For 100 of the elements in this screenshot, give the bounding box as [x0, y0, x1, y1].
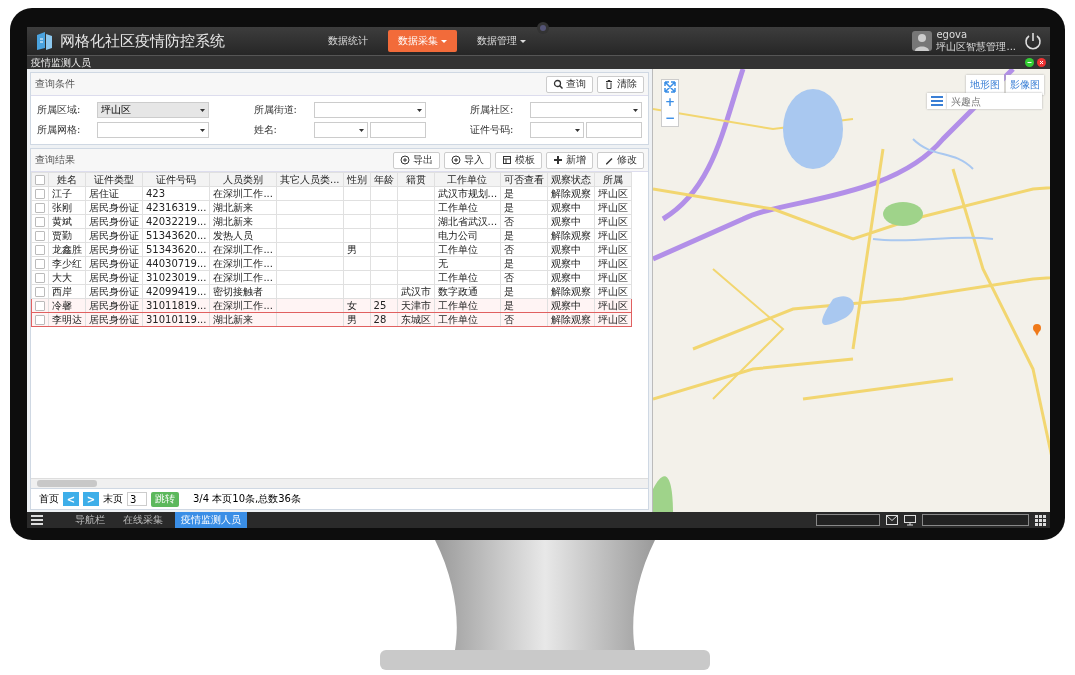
table-row[interactable]: 李少红 居民身份证 44030719... 在深圳工作... 无 是 观察中 坪山区 [31, 256, 632, 271]
table-cell: 坪山区 [598, 272, 629, 283]
taskbar-tab[interactable]: 导航栏 [69, 512, 111, 528]
table-row[interactable]: 西岸 居民身份证 42099419... 密切接触者 武汉市 数字政通 是 解除观察 坪山区 [31, 284, 632, 299]
table-row[interactable]: 李明达 居民身份证 31010119... 湖北新来 男 28 东城区 工作单位 否 解除观察 坪山区 [31, 312, 632, 327]
column-header[interactable]: 其它人员类... [276, 172, 344, 187]
map-layer-button[interactable]: 地形图 [966, 75, 1004, 95]
column-header[interactable]: 性别 [343, 172, 371, 187]
table-row[interactable]: 大大 居民身份证 31023019... 在深圳工作... 工作单位 否 观察中 坪山区 [31, 270, 632, 285]
column-header[interactable]: 证件类型 [85, 172, 143, 187]
table-cell: 张刚 [52, 202, 72, 213]
input-field[interactable] [369, 122, 426, 138]
column-header[interactable]: 观察状态 [547, 172, 595, 187]
checkbox[interactable] [35, 314, 45, 325]
fullscreen-icon[interactable] [663, 80, 677, 94]
select-field[interactable] [313, 122, 368, 138]
map-layer-button[interactable]: 影像图 [1006, 75, 1044, 95]
table-cell: 工作单位 [437, 314, 478, 325]
checkbox[interactable] [35, 286, 45, 297]
checkbox[interactable] [35, 230, 45, 241]
checkbox[interactable] [35, 272, 45, 283]
field-label: 姓名: [253, 123, 278, 137]
table-row[interactable]: 龙鑫胜 居民身份证 51343620... 在深圳工作... 男 工作单位 否 观察中 坪山区 [31, 242, 632, 257]
table-cell: 否 [504, 314, 515, 325]
table-cell: 否 [504, 272, 515, 283]
select-field[interactable] [97, 122, 209, 138]
table-cell: 女 [346, 300, 357, 311]
column-header[interactable]: 年龄 [370, 172, 398, 187]
minimize-icon[interactable] [1025, 58, 1034, 67]
power-icon[interactable] [1024, 32, 1042, 50]
horizontal-scrollbar[interactable] [31, 478, 648, 488]
search-field[interactable]: 兴趣点 [947, 93, 1042, 109]
field-label: 证件号码: [470, 123, 515, 137]
page-input[interactable]: 3 [127, 492, 147, 506]
caret-icon [200, 128, 205, 132]
table-cell: 观察中 [551, 202, 582, 213]
table-cell: 居民身份证 [89, 286, 139, 297]
toolbar-button[interactable]: 导出 [393, 151, 440, 169]
taskbar-tab[interactable]: 在线采集 [117, 512, 169, 528]
table-cell: 是 [504, 202, 515, 213]
table-cell: 居民身份证 [89, 244, 139, 255]
table-cell: 44030719... [146, 258, 207, 269]
select-field[interactable] [530, 122, 584, 138]
toolbar-button[interactable]: 导入 [444, 151, 491, 169]
table-cell: 31011819... [146, 300, 207, 311]
checkbox[interactable] [35, 300, 45, 311]
column-header[interactable]: 可否查看 [500, 172, 548, 187]
table-cell: 黄斌 [52, 216, 72, 227]
table-cell: 观察中 [551, 216, 582, 227]
table-cell: 天津市 [400, 300, 431, 311]
app-title: 网格化社区疫情防控系统 [60, 31, 226, 51]
column-header[interactable]: 证件号码 [142, 172, 210, 187]
table-row[interactable]: 贾勤 居民身份证 51343620... 发热人员 电力公司 是 解除观察 坪山区 [31, 228, 632, 243]
grid-icon[interactable] [1035, 514, 1046, 526]
table-cell: 武汉市规划... [437, 188, 498, 199]
table-row[interactable]: 冷馨 居民身份证 31011819... 在深圳工作... 女 25 天津市 工作单位 是 观察中 坪山区 [31, 298, 632, 313]
checkbox[interactable] [35, 216, 45, 227]
mail-icon[interactable] [886, 515, 898, 525]
checkbox[interactable] [35, 188, 45, 199]
column-header[interactable]: 所属 [594, 172, 632, 187]
monitor-icon[interactable] [904, 514, 916, 526]
column-header[interactable]: 姓名 [48, 172, 86, 187]
checkbox[interactable] [35, 244, 45, 255]
input-field[interactable] [922, 514, 1029, 526]
select-field[interactable] [313, 102, 426, 118]
nav-menu-item[interactable]: 数据统计 [318, 30, 378, 52]
column-header[interactable]: 人员类别 [209, 172, 277, 187]
toolbar-button[interactable]: 清除 [597, 75, 644, 93]
input-field[interactable] [816, 514, 880, 526]
webcam-icon [537, 22, 549, 34]
avatar-icon [912, 31, 933, 51]
table-icon [502, 155, 512, 165]
toolbar-button[interactable]: 新增 [546, 151, 593, 169]
section-title: 查询结果 [35, 153, 76, 167]
checkbox[interactable] [35, 258, 45, 269]
nav-menu-item[interactable]: 数据管理 [467, 30, 536, 52]
toolbar-button[interactable]: 模板 [495, 151, 542, 169]
table-row[interactable]: 张刚 居民身份证 42316319... 湖北新来 工作单位 是 观察中 坪山区 [31, 200, 632, 215]
last-page-link[interactable]: 末页 [103, 492, 123, 506]
table-cell: 武汉市 [400, 286, 431, 297]
table-cell: 否 [504, 216, 515, 227]
checkbox[interactable] [35, 174, 45, 185]
table-row[interactable]: 黄斌 居民身份证 42032219... 湖北新来 湖北省武汉... 否 观察中 坪山区 [31, 214, 632, 229]
caret-icon [441, 39, 447, 43]
table-cell: 电力公司 [437, 230, 478, 241]
menu-icon[interactable] [31, 515, 43, 525]
first-page-link[interactable]: 首页 [39, 492, 59, 506]
table-row[interactable]: 江子 居住证 423 在深圳工作... 武汉市规划... 是 解除观察 坪山区 [31, 186, 632, 201]
checkbox[interactable] [35, 202, 45, 213]
column-header[interactable]: 工作单位 [434, 172, 501, 187]
select-field[interactable] [530, 102, 642, 118]
toolbar-button[interactable]: 查询 [546, 75, 593, 93]
input-field[interactable] [586, 122, 642, 138]
table-cell: 居民身份证 [89, 230, 139, 241]
close-icon[interactable] [1037, 58, 1046, 67]
table-cell: 42316319... [146, 202, 207, 213]
column-header[interactable]: 籍贯 [397, 172, 435, 187]
field-label: 所属社区: [470, 103, 515, 117]
toolbar-button[interactable]: 修改 [597, 151, 644, 169]
caret-icon [358, 128, 364, 132]
